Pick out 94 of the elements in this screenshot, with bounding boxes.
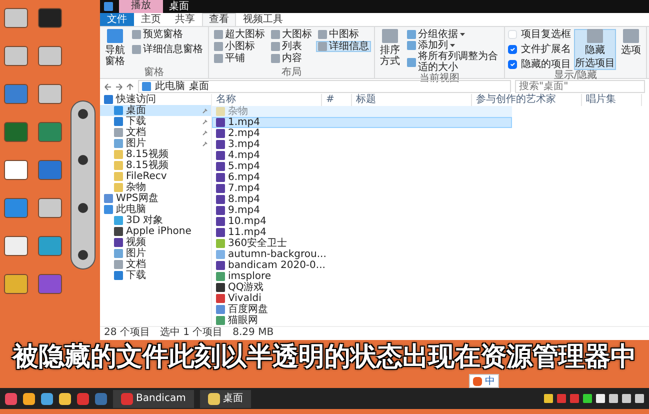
- file-row[interactable]: 11.mp4: [212, 227, 512, 238]
- file-row[interactable]: autumn-backgrou...: [212, 249, 512, 260]
- window-title: 桌面: [169, 1, 189, 12]
- desktop-shortcut-icon[interactable]: [4, 160, 28, 180]
- checkbox-label: 文件扩展名: [521, 44, 571, 55]
- breadcrumb: 桌面: [189, 81, 209, 92]
- checkbox[interactable]: [508, 45, 517, 54]
- taskbar-button[interactable]: 桌面: [200, 390, 251, 408]
- file-row[interactable]: 1.mp4: [212, 117, 512, 128]
- nav-item[interactable]: FileRecv: [100, 171, 211, 182]
- checkbox-label: 项目复选框: [521, 29, 571, 40]
- file-row[interactable]: 10.mp4: [212, 216, 512, 227]
- taskbar-button[interactable]: Bandicam: [113, 390, 194, 408]
- desktop-shortcut-icon[interactable]: [38, 198, 62, 218]
- file-row[interactable]: 3.mp4: [212, 139, 512, 150]
- desktop-shortcut-icon[interactable]: [38, 8, 62, 28]
- nav-item[interactable]: 视频: [100, 237, 211, 248]
- desktop-shortcut-icon[interactable]: [38, 46, 62, 66]
- checkbox-label: 隐藏的项目: [521, 59, 571, 70]
- search-field[interactable]: 搜索"桌面": [515, 80, 645, 93]
- nav-item[interactable]: WPS网盘: [100, 193, 211, 204]
- file-row[interactable]: 8.mp4: [212, 194, 512, 205]
- nav-item[interactable]: 8.15视频: [100, 160, 211, 171]
- status-text: 8.29 MB: [232, 327, 274, 339]
- desktop-shortcut-icon[interactable]: [4, 236, 28, 256]
- nav-item[interactable]: 图片: [100, 248, 211, 259]
- ribbon-tab[interactable]: 视频工具: [236, 13, 290, 26]
- ribbon-tab[interactable]: 主页: [134, 13, 168, 26]
- desktop-shortcut-icon[interactable]: [4, 274, 28, 294]
- layout-option[interactable]: 小图标: [212, 41, 267, 52]
- file-row[interactable]: 360安全卫士: [212, 238, 512, 249]
- layout-option[interactable]: 详细信息: [316, 41, 371, 52]
- video-subtitle: 被隐藏的文件此刻以半透明的状态出现在资源管理器中: [10, 341, 638, 374]
- file-row[interactable]: 9.mp4: [212, 205, 512, 216]
- nav-item[interactable]: 3D 对象: [100, 215, 211, 226]
- file-row[interactable]: 百度网盘: [212, 304, 512, 315]
- address-bar[interactable]: 此电脑 桌面: [138, 80, 511, 93]
- desktop-shortcut-icon[interactable]: [4, 46, 28, 66]
- layout-option[interactable]: 列表: [269, 41, 314, 52]
- taskbar-app-icon[interactable]: [41, 392, 53, 404]
- file-row[interactable]: 5.mp4: [212, 161, 512, 172]
- navigation-arrows-icon[interactable]: [104, 82, 134, 90]
- ribbon-tab[interactable]: 查看: [202, 13, 236, 26]
- desktop-shortcut-icon[interactable]: [38, 84, 62, 104]
- taskbar-app-icon[interactable]: [23, 392, 35, 404]
- nav-item[interactable]: Apple iPhone: [100, 226, 211, 237]
- status-text: 28 个项目: [104, 327, 150, 339]
- ime-mode[interactable]: 中: [485, 376, 495, 386]
- taskbar-app-icon[interactable]: [5, 392, 17, 404]
- layout-option[interactable]: 内容: [269, 53, 314, 64]
- hide-selected-button[interactable]: 隐藏 所选项目: [574, 29, 616, 70]
- group-caption: 布局: [280, 67, 302, 78]
- sort-button[interactable]: 排序方式: [378, 29, 402, 73]
- file-row[interactable]: 6.mp4: [212, 172, 512, 183]
- file-row[interactable]: 4.mp4: [212, 150, 512, 161]
- view-option[interactable]: 将所有列调整为合适的大小: [405, 51, 501, 73]
- layout-option[interactable]: 大图标: [269, 29, 314, 40]
- layout-option[interactable]: 超大图标: [212, 29, 267, 40]
- nav-item[interactable]: 快速访问: [100, 94, 211, 105]
- nav-item[interactable]: 此电脑: [100, 204, 211, 215]
- view-option[interactable]: 添加列: [405, 40, 501, 51]
- file-row[interactable]: Vivaldi: [212, 293, 512, 304]
- layout-option[interactable]: 平铺: [212, 53, 267, 64]
- file-row[interactable]: imsplore: [212, 271, 512, 282]
- layout-option[interactable]: 中图标: [316, 29, 371, 40]
- file-row[interactable]: QQ游戏: [212, 282, 512, 293]
- nav-item[interactable]: 下载: [100, 270, 211, 281]
- ribbon-tab[interactable]: 共享: [168, 13, 202, 26]
- options-button[interactable]: 选项: [619, 29, 643, 70]
- nav-item[interactable]: 杂物: [100, 182, 211, 193]
- taskbar-app-icon[interactable]: [59, 392, 71, 404]
- nav-item[interactable]: 8.15视频: [100, 149, 211, 160]
- group-caption: 显示/隐藏: [552, 70, 598, 81]
- nav-item[interactable]: 桌面: [100, 105, 211, 116]
- file-row[interactable]: 7.mp4: [212, 183, 512, 194]
- file-row[interactable]: 2.mp4: [212, 128, 512, 139]
- column-header[interactable]: 唱片集: [582, 94, 642, 106]
- nav-item[interactable]: 下载: [100, 116, 211, 127]
- file-row[interactable]: bandicam 2020-0...: [212, 260, 512, 271]
- desktop-shortcut-icon[interactable]: [4, 8, 28, 28]
- nav-item[interactable]: 文档: [100, 127, 211, 138]
- pane-button[interactable]: 预览窗格: [130, 29, 205, 40]
- ribbon-tab[interactable]: 文件: [100, 13, 134, 26]
- checkbox[interactable]: [508, 60, 517, 69]
- nav-item[interactable]: 文档: [100, 259, 211, 270]
- context-tab-label: 播放: [119, 0, 163, 13]
- status-text: 选中 1 个项目: [160, 327, 223, 339]
- nav-pane-button[interactable]: 导航窗格: [103, 29, 127, 67]
- group-caption: 窗格: [143, 67, 165, 78]
- view-option[interactable]: 分组依据: [405, 29, 501, 40]
- nav-item[interactable]: 图片: [100, 138, 211, 149]
- file-row[interactable]: 猫眼网: [212, 315, 512, 326]
- breadcrumb: 此电脑: [155, 81, 185, 92]
- pane-button[interactable]: 详细信息窗格: [130, 44, 205, 55]
